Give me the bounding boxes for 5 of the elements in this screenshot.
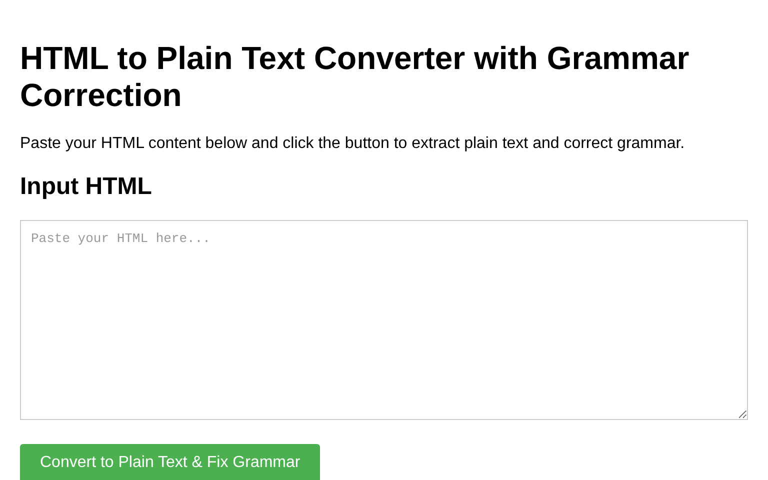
html-input-field[interactable]: Paste your HTML here... [20,220,748,420]
description: Paste your HTML content below and click the button to extract plain text and correct grammar. [20,134,686,154]
convert-button[interactable]: Convert to Plain Text & Fix Grammar [20,444,320,480]
page-title: HTML to Plain Text Converter with Grammar Correction [20,40,690,114]
section-heading: Input HTML [20,173,153,201]
